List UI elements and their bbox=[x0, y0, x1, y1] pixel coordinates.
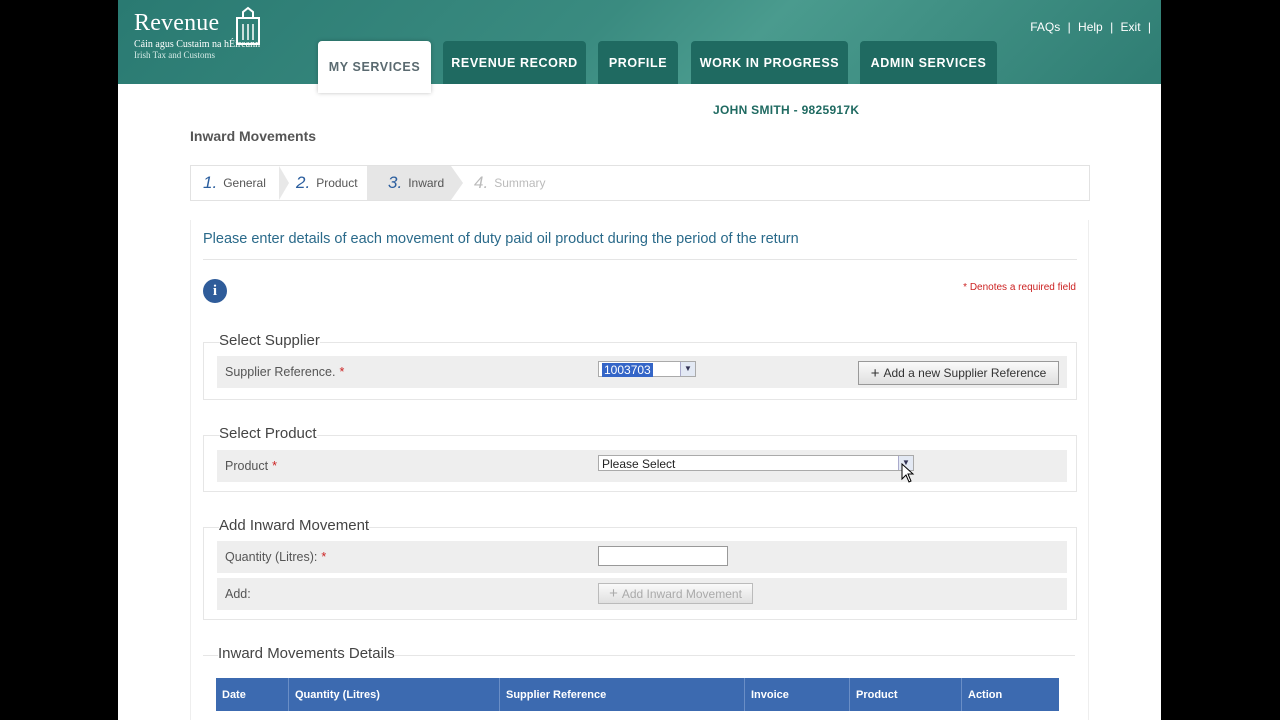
column-quantity[interactable]: Quantity (Litres) bbox=[289, 678, 500, 711]
faqs-link[interactable]: FAQs bbox=[1030, 20, 1060, 34]
tab-revenue-record[interactable]: REVENUE RECORD bbox=[443, 41, 586, 84]
plus-icon: + bbox=[609, 585, 618, 602]
inward-details-section: Inward Movements Details Date Quantity (… bbox=[203, 645, 1075, 720]
step-summary[interactable]: 4. Summary bbox=[474, 166, 564, 200]
section-title: Inward Movements Details bbox=[218, 645, 395, 662]
page: Revenue Cáin agus Custaim na hÉireann Ir… bbox=[118, 0, 1161, 720]
divider bbox=[203, 259, 1077, 260]
add-row: Add: + Add Inward Movement bbox=[217, 578, 1067, 610]
exit-link[interactable]: Exit bbox=[1121, 20, 1141, 34]
chevron-down-icon: ▼ bbox=[680, 362, 695, 376]
column-product[interactable]: Product bbox=[850, 678, 962, 711]
header: Revenue Cáin agus Custaim na hÉireann Ir… bbox=[118, 0, 1161, 93]
mouse-cursor-icon bbox=[901, 463, 915, 483]
supplier-select[interactable]: 1003703 ▼ bbox=[598, 361, 696, 377]
supplier-selected-value: 1003703 bbox=[602, 363, 653, 377]
product-selected-value: Please Select bbox=[602, 457, 676, 471]
quantity-label: Quantity (Litres): * bbox=[225, 550, 327, 564]
tab-my-services[interactable]: MY SERVICES bbox=[318, 41, 431, 93]
section-title: Add Inward Movement bbox=[219, 517, 370, 534]
column-invoice[interactable]: Invoice bbox=[745, 678, 850, 711]
info-icon[interactable]: i bbox=[203, 279, 227, 303]
user-identity: JOHN SMITH - 9825917K bbox=[713, 103, 860, 117]
tab-profile[interactable]: PROFILE bbox=[598, 41, 678, 84]
tab-work-in-progress[interactable]: WORK IN PROGRESS bbox=[691, 41, 848, 84]
page-title: Inward Movements bbox=[190, 128, 317, 144]
details-table-header: Date Quantity (Litres) Supplier Referenc… bbox=[216, 678, 1059, 711]
add-supplier-button[interactable]: + Add a new Supplier Reference bbox=[858, 361, 1059, 385]
product-label: Product * bbox=[225, 459, 277, 473]
section-title: Select Supplier bbox=[219, 332, 320, 349]
column-supplier-reference[interactable]: Supplier Reference bbox=[500, 678, 745, 711]
top-links: FAQs | Help | Exit | bbox=[1030, 20, 1151, 34]
add-inward-section: Add Inward Movement Quantity (Litres): * … bbox=[203, 517, 1077, 620]
add-label: Add: bbox=[225, 587, 251, 601]
step-product[interactable]: 2. Product bbox=[296, 166, 366, 200]
column-action[interactable]: Action bbox=[962, 678, 1059, 711]
tab-admin-services[interactable]: ADMIN SERVICES bbox=[860, 41, 997, 84]
step-separator bbox=[451, 166, 463, 200]
help-link[interactable]: Help bbox=[1078, 20, 1103, 34]
step-inward[interactable]: 3. Inward bbox=[367, 166, 451, 200]
plus-icon: + bbox=[870, 364, 880, 382]
required-note: * Denotes a required field bbox=[963, 282, 1076, 293]
product-row: Product * Please Select ▼ bbox=[217, 450, 1067, 482]
supplier-row: Supplier Reference. * 1003703 ▼ + Add a ne… bbox=[217, 356, 1067, 388]
quantity-input[interactable] bbox=[598, 546, 728, 566]
quantity-row: Quantity (Litres): * bbox=[217, 541, 1067, 573]
section-title: Select Product bbox=[219, 425, 317, 442]
supplier-label: Supplier Reference. * bbox=[225, 365, 345, 379]
select-supplier-section: Select Supplier Supplier Reference. * 100… bbox=[203, 332, 1077, 400]
wizard-steps: 1. General 2. Product 3. Inward 4. Summary bbox=[190, 165, 1090, 201]
brand-sub-english: Irish Tax and Customs bbox=[134, 50, 215, 60]
form-panel: Please enter details of each movement of… bbox=[190, 220, 1089, 720]
intro-text: Please enter details of each movement of… bbox=[203, 231, 799, 247]
step-separator bbox=[279, 166, 289, 200]
product-select[interactable]: Please Select ▼ bbox=[598, 455, 914, 471]
column-date[interactable]: Date bbox=[216, 678, 289, 711]
select-product-section: Select Product Product * Please Select ▼ bbox=[203, 425, 1077, 492]
harp-icon bbox=[236, 6, 260, 45]
add-inward-movement-button[interactable]: + Add Inward Movement bbox=[598, 583, 753, 604]
